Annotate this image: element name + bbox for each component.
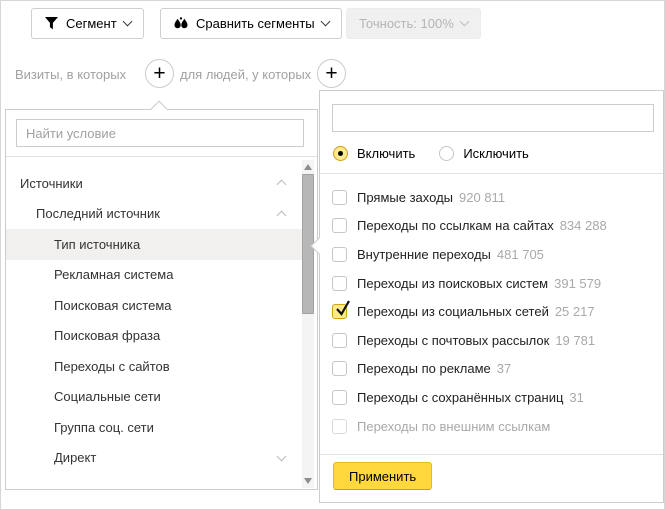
tree-item-label: Последний источник	[36, 206, 160, 221]
chevron-up-icon[interactable]	[277, 180, 287, 190]
option-count: 25 217	[555, 304, 595, 319]
option-label: Внутренние переходы	[357, 247, 491, 262]
source-type-popup: Включить Исключить Прямые заходы920 811П…	[319, 90, 664, 503]
radio-selected-icon[interactable]	[333, 146, 348, 161]
chevron-down-icon	[320, 17, 330, 27]
checkbox-icon[interactable]	[332, 361, 347, 376]
option-row[interactable]: Переходы с сохранённых страниц 31	[320, 383, 663, 412]
option-count: 31	[569, 390, 583, 405]
add-visit-condition-button[interactable]: +	[145, 59, 174, 88]
option-row[interactable]: Переходы по внешним ссылкам	[320, 412, 663, 441]
option-label: Переходы из социальных сетей	[357, 304, 549, 319]
compare-segments-dropdown-button[interactable]: Сравнить сегменты	[160, 8, 342, 39]
option-row[interactable]: Внутренние переходы 481 705	[320, 240, 663, 269]
tree-item[interactable]: Поисковая фраза	[6, 321, 303, 352]
condition-tree: Источники Последний источник Тип источника…	[6, 168, 303, 473]
tree-item[interactable]: Переходы с сайтов	[6, 351, 303, 382]
precision-label: Точность: 100%	[359, 16, 454, 31]
segment-dropdown-button[interactable]: Сегмент	[31, 8, 144, 39]
tree-item-label: Источники	[20, 176, 83, 191]
popup-filter-input[interactable]	[332, 104, 654, 132]
tree-item-label: Рекламная система	[54, 267, 173, 282]
option-count: 481 705	[497, 247, 544, 262]
exclude-radio-label: Исключить	[463, 146, 529, 161]
tree-item[interactable]: Группа соц. сети	[6, 412, 303, 443]
chevron-down-icon	[459, 17, 469, 27]
checkbox-icon[interactable]	[332, 419, 347, 434]
tree-item-label: Социальные сети	[54, 389, 161, 404]
chevron-up-icon[interactable]	[277, 210, 287, 220]
visits-condition-label: Визиты, в которых	[15, 67, 126, 82]
include-radio[interactable]: Включить	[333, 146, 415, 161]
checkbox-icon[interactable]	[332, 333, 347, 348]
compare-segments-label: Сравнить сегменты	[196, 16, 315, 31]
tree-item[interactable]: Поисковая система	[6, 290, 303, 321]
checkbox-icon[interactable]	[332, 390, 347, 405]
precision-dropdown-button[interactable]: Точность: 100%	[346, 8, 481, 39]
tree-item-label: Поисковая система	[54, 298, 172, 313]
people-condition-label: для людей, у которых	[180, 67, 311, 82]
tree-item[interactable]: Рекламная система	[6, 260, 303, 291]
tree-item[interactable]: Источники	[6, 168, 303, 199]
chevron-down-icon[interactable]	[277, 451, 287, 461]
checkbox-icon[interactable]	[332, 276, 347, 291]
exclude-radio[interactable]: Исключить	[439, 146, 529, 161]
divider	[320, 454, 663, 455]
option-label: Переходы из поисковых систем	[357, 276, 548, 291]
scroll-up-icon[interactable]	[304, 164, 312, 170]
chevron-down-icon	[122, 17, 132, 27]
option-label: Переходы по рекламе	[357, 361, 491, 376]
tree-item-label: Тип источника	[54, 237, 140, 252]
option-label: Переходы с почтовых рассылок	[357, 333, 549, 348]
divider	[320, 173, 663, 174]
tree-item-label: Директ	[54, 450, 96, 465]
apply-button[interactable]: Применить	[333, 462, 432, 490]
option-label: Переходы по ссылкам на сайтах	[357, 218, 554, 233]
segment-builder-screen: Сегмент Сравнить сегменты Точность: 100%…	[0, 0, 665, 510]
tree-item[interactable]: Директ	[6, 443, 303, 474]
option-count: 834 288	[560, 218, 607, 233]
source-type-options: Прямые заходы 920 811 Переходы по ссылкам …	[320, 183, 663, 440]
checkbox-checked-icon[interactable]	[332, 304, 347, 319]
option-row[interactable]: Переходы из социальных сетей 25 217	[320, 297, 663, 326]
option-row[interactable]: Переходы по рекламе 37	[320, 355, 663, 384]
checkmark-icon	[334, 298, 352, 318]
search-condition-input[interactable]	[16, 119, 304, 147]
tree-item[interactable]: Последний источник	[6, 199, 303, 230]
add-people-condition-button[interactable]: +	[317, 59, 346, 88]
option-count: 920 811	[459, 190, 505, 205]
scrollbar[interactable]	[302, 160, 314, 488]
divider	[6, 156, 317, 157]
tree-item[interactable]: Тип источника	[6, 229, 303, 260]
segment-button-label: Сегмент	[66, 16, 117, 31]
tree-item-label: Переходы с сайтов	[54, 359, 170, 374]
include-exclude-radios: Включить Исключить	[333, 146, 529, 161]
include-radio-label: Включить	[357, 146, 415, 161]
tree-item[interactable]: Социальные сети	[6, 382, 303, 413]
panel-pointer-up	[151, 101, 168, 118]
radio-unselected-icon[interactable]	[439, 146, 454, 161]
scroll-down-icon[interactable]	[304, 478, 312, 484]
tree-item-label: Группа соц. сети	[54, 420, 154, 435]
checkbox-icon[interactable]	[332, 247, 347, 262]
checkbox-icon[interactable]	[332, 218, 347, 233]
checkbox-icon[interactable]	[332, 190, 347, 205]
compare-drops-icon	[173, 17, 189, 30]
option-row[interactable]: Прямые заходы 920 811	[320, 183, 663, 212]
option-row[interactable]: Переходы из поисковых систем 391 579	[320, 269, 663, 298]
option-label: Прямые заходы	[357, 190, 453, 205]
condition-tree-panel: Источники Последний источник Тип источника…	[5, 109, 318, 490]
tree-item-label: Поисковая фраза	[54, 328, 160, 343]
option-label: Переходы с сохранённых страниц	[357, 390, 563, 405]
option-row[interactable]: Переходы по ссылкам на сайтах 834 288	[320, 212, 663, 241]
option-row[interactable]: Переходы с почтовых рассылок 19 781	[320, 326, 663, 355]
option-count: 37	[497, 361, 511, 376]
option-count: 391 579	[554, 276, 601, 291]
option-label: Переходы по внешним ссылкам	[357, 419, 550, 434]
filter-funnel-icon	[44, 17, 59, 30]
option-count: 19 781	[555, 333, 595, 348]
